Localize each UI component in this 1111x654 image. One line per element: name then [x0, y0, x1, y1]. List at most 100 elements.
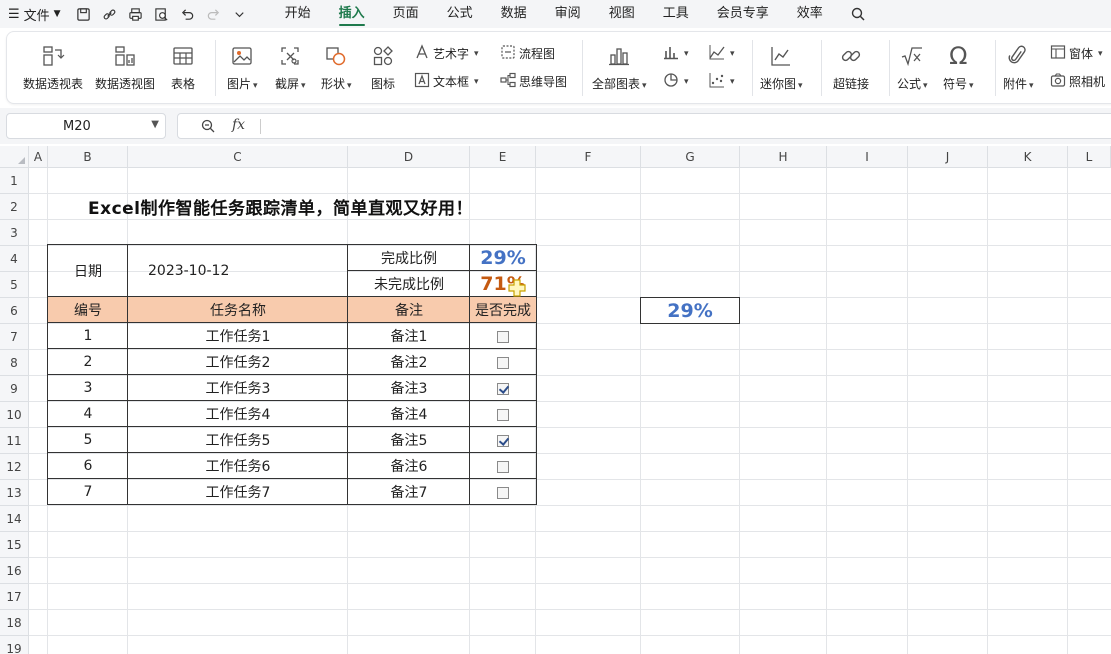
tab-5[interactable]: 数据	[487, 0, 541, 28]
attachment-button[interactable]: 附件 ▾	[1003, 42, 1034, 94]
tab-1[interactable]: 开始	[271, 0, 325, 28]
row-header-14[interactable]: 14	[0, 506, 29, 532]
table-cell-border	[127, 400, 348, 427]
row-header-11[interactable]: 11	[0, 428, 29, 454]
row-header-9[interactable]: 9	[0, 376, 29, 402]
table-button[interactable]: 表格	[171, 42, 195, 92]
tab-8[interactable]: 工具	[649, 0, 703, 28]
file-menu[interactable]: ☰ 文件 ▼	[8, 5, 61, 24]
tab-4[interactable]: 公式	[433, 0, 487, 28]
bar-chart-icon	[607, 42, 631, 70]
symbol-button[interactable]: Ω 符号 ▾	[943, 42, 974, 94]
row-header-1[interactable]: 1	[0, 168, 29, 194]
row-gridline	[29, 219, 1111, 220]
more-chevron-icon[interactable]	[229, 3, 251, 25]
row-header-2[interactable]: 2	[0, 194, 29, 220]
row-header-5[interactable]: 5	[0, 272, 29, 298]
row-header-18[interactable]: 18	[0, 610, 29, 636]
scatter-chart-button[interactable]: ▾	[709, 72, 735, 91]
mindmap-button[interactable]: 思维导图	[500, 72, 567, 91]
formula-bar: M20 ▼ fx	[0, 108, 1111, 144]
select-all-corner[interactable]	[0, 146, 29, 168]
table-cell-border	[47, 400, 128, 427]
screenshot-button[interactable]: 截屏 ▾	[275, 42, 306, 94]
wordart-button[interactable]: 艺术字 ▾	[414, 44, 479, 63]
g6-percent-cell[interactable]: 29%	[640, 297, 740, 324]
table-cell-border	[47, 478, 128, 505]
flowchart-button[interactable]: 流程图	[500, 44, 555, 63]
table-cell-border	[469, 452, 537, 479]
column-gridline	[987, 168, 988, 654]
tab-9[interactable]: 会员专享	[703, 0, 783, 28]
undo-icon[interactable]	[177, 3, 199, 25]
save-icon[interactable]	[73, 3, 95, 25]
column-header-G[interactable]: G	[641, 146, 740, 168]
sparkline-button[interactable]: 迷你图 ▾	[760, 42, 803, 94]
tab-3[interactable]: 页面	[379, 0, 433, 28]
tab-7[interactable]: 视图	[595, 0, 649, 28]
zoom-icon[interactable]	[200, 118, 216, 138]
row-gridline	[29, 505, 1111, 506]
row-header-4[interactable]: 4	[0, 246, 29, 272]
row-header-8[interactable]: 8	[0, 350, 29, 376]
pie-chart-button[interactable]: ▾	[663, 72, 689, 91]
shapes-button[interactable]: 形状 ▾	[321, 42, 352, 94]
textbox-button[interactable]: 文本框 ▾	[414, 72, 479, 91]
table-cell-border	[347, 322, 470, 349]
row-header-15[interactable]: 15	[0, 532, 29, 558]
pivot-chart-button[interactable]: 数据透视图	[95, 42, 155, 92]
column-header-E[interactable]: E	[470, 146, 536, 168]
sheet-grid[interactable]: ABCDEFGHIJKL 1 2 3 4 5 6 7 8 9 10 11 12 13 14 15 16 17 18…	[0, 146, 1111, 654]
camera-button[interactable]: 照相机	[1050, 72, 1105, 91]
column-header-D[interactable]: D	[348, 146, 470, 168]
name-box[interactable]: M20 ▼	[6, 113, 166, 139]
redo-icon[interactable]	[203, 3, 225, 25]
fx-icon[interactable]: fx	[232, 117, 245, 133]
tab-10[interactable]: 效率	[783, 0, 837, 28]
chevron-down-icon: ▾	[474, 76, 479, 87]
window-form-button[interactable]: 窗体 ▾	[1050, 44, 1103, 63]
share-link-icon[interactable]	[99, 3, 121, 25]
column-header-F[interactable]: F	[536, 146, 641, 168]
tab-6[interactable]: 审阅	[541, 0, 595, 28]
sheet-title[interactable]: Excel制作智能任务跟踪清单，简单直观又好用！	[88, 193, 473, 219]
column-header-K[interactable]: K	[988, 146, 1068, 168]
picture-button[interactable]: 图片 ▾	[227, 42, 258, 94]
row-header-10[interactable]: 10	[0, 402, 29, 428]
pivot-table-button[interactable]: 数据透视表	[23, 42, 83, 92]
icons-button[interactable]: 图标	[371, 42, 395, 92]
column-header-I[interactable]: I	[827, 146, 908, 168]
all-charts-button[interactable]: 全部图表 ▾	[592, 42, 647, 94]
row-header-16[interactable]: 16	[0, 558, 29, 584]
print-preview-icon[interactable]	[151, 3, 173, 25]
row-header-12[interactable]: 12	[0, 454, 29, 480]
column-header-B[interactable]: B	[48, 146, 128, 168]
flowchart-icon	[500, 44, 516, 63]
column-header-J[interactable]: J	[908, 146, 988, 168]
row-header-3[interactable]: 3	[0, 220, 29, 246]
row-header-17[interactable]: 17	[0, 584, 29, 610]
formula-button[interactable]: 公式 ▾	[897, 42, 928, 94]
column-header-L[interactable]: L	[1068, 146, 1111, 168]
column-header-C[interactable]: C	[128, 146, 348, 168]
hyperlink-button[interactable]: 超链接	[833, 42, 869, 92]
table-cell-border	[127, 322, 348, 349]
table-cell-border	[47, 348, 128, 375]
row-header-13[interactable]: 13	[0, 480, 29, 506]
column-header-A[interactable]: A	[29, 146, 48, 168]
row-header-19[interactable]: 19	[0, 636, 29, 654]
table-cell-border	[127, 374, 348, 401]
ribbon-tabs: 开始 插入 页面 公式 数据 审阅 视图 工具 会员专享 效率	[271, 0, 837, 28]
chevron-down-icon[interactable]: ▼	[151, 119, 159, 130]
chevron-down-icon: ▾	[1098, 48, 1103, 59]
column-header-H[interactable]: H	[740, 146, 827, 168]
row-header-7[interactable]: 7	[0, 324, 29, 350]
formula-input[interactable]: fx	[177, 113, 1111, 139]
search-icon[interactable]	[847, 3, 869, 25]
column-chart-button[interactable]: ▾	[663, 44, 689, 63]
tab-2[interactable]: 插入	[325, 0, 379, 28]
table-cell-border	[47, 374, 128, 401]
line-chart-button[interactable]: ▾	[709, 44, 735, 63]
print-icon[interactable]	[125, 3, 147, 25]
row-header-6[interactable]: 6	[0, 298, 29, 324]
